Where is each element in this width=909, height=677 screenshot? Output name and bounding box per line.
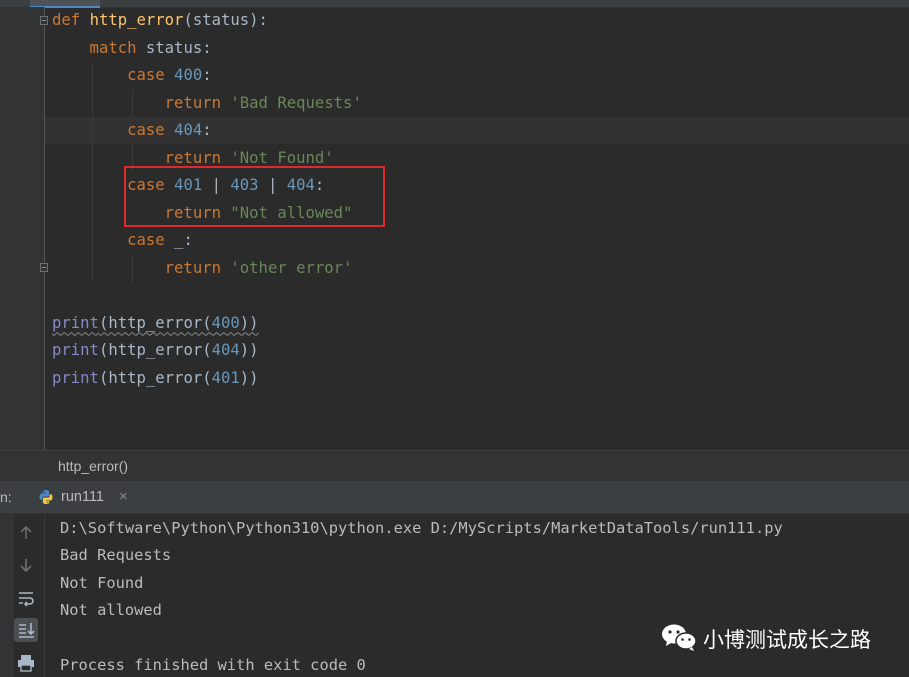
code-token: 401 [211, 368, 240, 387]
console-line: Process finished with exit code 0 [60, 656, 366, 674]
run-tab[interactable]: run111 × [34, 481, 144, 513]
fold-icon[interactable] [40, 263, 48, 272]
code-token: return [52, 148, 231, 167]
print-icon[interactable] [14, 651, 38, 675]
code-token: 400 [211, 313, 240, 332]
arrow-down-icon[interactable] [14, 553, 38, 577]
arrow-up-icon[interactable] [14, 521, 38, 545]
run-tab-label: run111 [61, 489, 104, 505]
code-token: )) [239, 313, 259, 332]
code-line[interactable]: def http_error(status): [52, 7, 268, 34]
code-token: match [52, 38, 146, 57]
code-token: )) [239, 368, 259, 387]
code-line[interactable]: print(http_error(404)) [52, 337, 259, 364]
code-token: case [52, 231, 175, 249]
code-token: print [52, 341, 99, 359]
code-editor[interactable]: def http_error(status): match status: ca… [0, 0, 909, 450]
code-token: case [52, 66, 175, 84]
highlight-box [124, 166, 385, 227]
code-token: 404 [211, 341, 240, 359]
code-token: def [52, 11, 90, 29]
code-token: (http_error( [98, 313, 212, 332]
ide-window: def http_error(status): match status: ca… [0, 0, 909, 677]
code-token: return [52, 258, 231, 277]
code-token: _: [174, 231, 193, 249]
code-token: 'Bad Requests' [230, 93, 362, 112]
run-panel-label: n: [0, 489, 12, 505]
editor-gutter [0, 7, 44, 450]
console-line: Not allowed [60, 601, 162, 620]
code-token: status: [145, 38, 212, 57]
code-token: : [202, 121, 212, 139]
code-line[interactable]: case _: [52, 227, 193, 254]
code-line[interactable]: print(http_error(400)) [52, 310, 259, 337]
soft-wrap-icon[interactable] [14, 586, 38, 610]
fold-icon[interactable] [40, 16, 48, 25]
code-line[interactable]: case 404: [52, 117, 212, 144]
code-token: (http_error( [98, 368, 212, 387]
wechat-icon [662, 624, 697, 651]
gutter-divider [44, 7, 45, 450]
code-token: (status): [183, 11, 268, 29]
code-line[interactable]: return 'other error' [52, 255, 353, 282]
code-line[interactable]: case 400: [52, 62, 212, 89]
code-token: print [52, 368, 99, 387]
code-token: 'other error' [230, 258, 353, 277]
code-line[interactable]: print(http_error(401)) [52, 365, 259, 392]
code-token: case [52, 121, 175, 139]
breadcrumb-item[interactable]: http_error() [58, 458, 128, 474]
code-token: http_error [89, 11, 184, 29]
watermark-text: 小博测试成长之路 [703, 628, 871, 652]
code-token: )) [239, 341, 259, 359]
code-token: return [52, 93, 231, 112]
scroll-to-end-icon[interactable] [14, 618, 38, 642]
console-line: D:\Software\Python\Python310\python.exe … [60, 519, 783, 537]
code-token: 400 [174, 66, 203, 84]
code-token: print [52, 313, 99, 332]
code-token: 404 [174, 121, 203, 139]
code-line[interactable]: return 'Bad Requests' [52, 90, 362, 117]
python-icon [39, 490, 53, 504]
code-token: (http_error( [98, 341, 212, 359]
tool-window-rail [0, 514, 14, 677]
console-line: Not Found [60, 573, 144, 592]
breadcrumb[interactable]: http_error() [0, 450, 909, 481]
close-icon[interactable]: × [119, 488, 128, 505]
run-toolbar: n: run111 × [0, 481, 909, 514]
console-line: Bad Requests [60, 546, 172, 565]
code-token: : [202, 66, 212, 84]
code-line[interactable]: match status: [52, 35, 212, 62]
code-token: 'Not Found' [230, 148, 334, 167]
watermark: 小博测试成长之路 [660, 622, 900, 652]
